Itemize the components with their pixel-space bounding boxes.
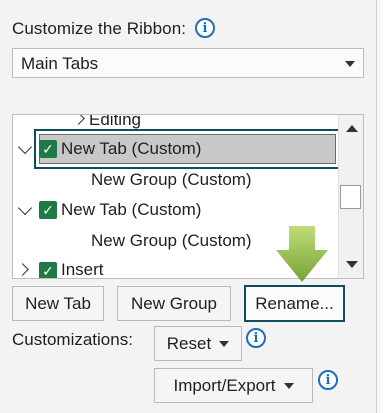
panel-divider	[376, 0, 377, 413]
main-tabs-dropdown[interactable]: Main Tabs	[12, 48, 364, 78]
tree-item-label: New Tab (Custom)	[61, 139, 202, 158]
tree-item-label: New Tab (Custom)	[61, 200, 202, 219]
checkbox-checked-icon[interactable]: ✓	[39, 201, 57, 219]
tree-item-label: Insert	[61, 260, 104, 279]
rename-button[interactable]: Rename...	[244, 285, 345, 322]
chevron-right-icon	[16, 263, 29, 276]
import-export-button-label: Import/Export	[173, 375, 276, 395]
tree-item-new-tab-1[interactable]: ✓ New Tab (Custom)	[13, 137, 333, 161]
scroll-up-icon[interactable]	[346, 125, 358, 132]
new-group-button-label: New Group	[131, 293, 217, 313]
chevron-down-icon	[345, 61, 355, 67]
rename-button-label: Rename...	[255, 293, 334, 313]
customizations-label: Customizations:	[12, 330, 133, 349]
vertical-scrollbar[interactable]	[338, 115, 363, 278]
checkbox-checked-icon[interactable]: ✓	[39, 140, 57, 158]
scroll-down-icon[interactable]	[346, 261, 358, 268]
checkbox-checked-icon[interactable]: ✓	[39, 262, 57, 278]
scroll-thumb[interactable]	[340, 185, 361, 209]
tree-item-new-group-2[interactable]: New Group (Custom)	[91, 229, 252, 253]
chevron-right-icon	[72, 115, 85, 125]
tree-item-label: New Group (Custom)	[91, 231, 252, 250]
tree-item-new-group-1[interactable]: New Group (Custom)	[91, 168, 252, 192]
reset-button[interactable]: Reset	[154, 326, 242, 361]
new-group-button[interactable]: New Group	[117, 286, 231, 321]
info-icon[interactable]: i	[195, 18, 215, 38]
chevron-down-icon	[17, 139, 33, 155]
chevron-down-icon	[17, 200, 33, 216]
hint-arrow-icon	[276, 226, 328, 282]
reset-button-label: Reset	[166, 333, 212, 353]
info-icon[interactable]: i	[318, 370, 338, 390]
new-tab-button[interactable]: New Tab	[12, 286, 104, 321]
section-title: Customize the Ribbon:	[12, 19, 187, 38]
tree-item-label: New Group (Custom)	[91, 170, 252, 189]
right-strip	[377, 0, 383, 413]
import-export-button[interactable]: Import/Export	[154, 368, 313, 403]
chevron-down-icon	[283, 382, 294, 389]
chevron-down-icon	[219, 340, 230, 347]
new-tab-button-label: New Tab	[25, 293, 91, 313]
info-icon[interactable]: i	[246, 328, 266, 348]
dropdown-value: Main Tabs	[21, 54, 99, 73]
